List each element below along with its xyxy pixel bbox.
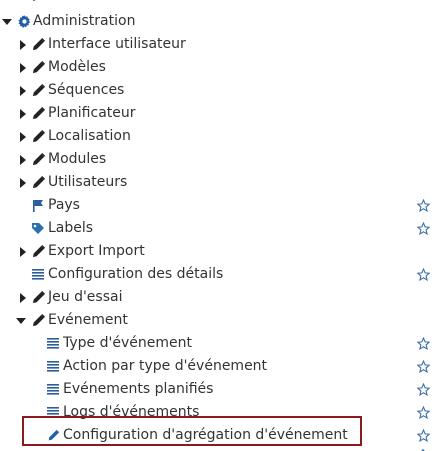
tree-label: Configuration des détails bbox=[48, 266, 224, 282]
tree-row-evenements-planifies[interactable]: Evénements planifiés bbox=[0, 378, 434, 401]
tree-row-administration[interactable]: Administration bbox=[0, 10, 434, 33]
scroll-up-indicator-icon bbox=[416, 447, 430, 451]
tree-label: Pays bbox=[48, 197, 80, 213]
pencil-icon bbox=[30, 171, 46, 194]
tree-row-interface-utilisateur[interactable]: Interface utilisateur bbox=[0, 33, 434, 56]
list-icon bbox=[45, 332, 61, 355]
pencil-icon bbox=[30, 33, 46, 56]
expand-toggle-icon[interactable] bbox=[18, 56, 28, 79]
tree-row-configuration-details[interactable]: Configuration des détails bbox=[0, 263, 434, 286]
tree-label: Action par type d'événement bbox=[63, 358, 268, 374]
tree-label: Modèles bbox=[48, 59, 106, 75]
expand-toggle-icon[interactable] bbox=[18, 240, 28, 263]
pencil-icon bbox=[30, 56, 46, 79]
list-icon bbox=[45, 378, 61, 401]
tree-label: Utilisateurs bbox=[48, 174, 128, 190]
tree-row-top-partial[interactable] bbox=[0, 0, 434, 10]
expand-toggle-icon[interactable] bbox=[18, 102, 28, 125]
tree-label: Planificateur bbox=[48, 105, 136, 121]
tree-row-pays[interactable]: Pays bbox=[0, 194, 434, 217]
tree-row-export-import[interactable]: Export Import bbox=[0, 240, 434, 263]
bookmark-star-icon[interactable] bbox=[416, 332, 430, 355]
bookmark-star-icon[interactable] bbox=[416, 355, 430, 378]
tree-row-labels[interactable]: Labels bbox=[0, 217, 434, 240]
bookmark-star-icon[interactable] bbox=[416, 378, 430, 401]
pencil-icon bbox=[30, 286, 46, 309]
tag-icon bbox=[30, 217, 46, 240]
tree-row-planificateur[interactable]: Planificateur bbox=[0, 102, 434, 125]
pencil-icon bbox=[30, 0, 46, 7]
tree-row-bottom-partial[interactable] bbox=[0, 447, 434, 451]
tree-label: Modules bbox=[48, 151, 107, 167]
tree-label: Evénement bbox=[48, 312, 128, 328]
pencil-icon bbox=[30, 79, 46, 102]
pencil-icon bbox=[30, 240, 46, 263]
tree-label: Type d'événement bbox=[63, 335, 192, 351]
expand-toggle-icon[interactable] bbox=[18, 286, 28, 309]
list-icon bbox=[45, 355, 61, 378]
bookmark-star-icon[interactable] bbox=[416, 194, 430, 217]
tree-row-modules[interactable]: Modules bbox=[0, 148, 434, 171]
navigation-tree: Administration Interface utilisateur Mod… bbox=[0, 0, 434, 451]
expand-toggle-icon[interactable] bbox=[18, 125, 28, 148]
tree-row-modeles[interactable]: Modèles bbox=[0, 56, 434, 79]
tree-label: Localisation bbox=[48, 128, 131, 144]
bookmark-star-icon[interactable] bbox=[416, 424, 430, 447]
bookmark-star-icon[interactable] bbox=[416, 401, 430, 424]
tree-label: Séquences bbox=[48, 82, 125, 98]
tree-label: Export Import bbox=[48, 243, 145, 259]
expand-toggle-icon[interactable] bbox=[18, 33, 28, 56]
tree-row-action-type-evenement[interactable]: Action par type d'événement bbox=[0, 355, 434, 378]
tree-row-type-evenement[interactable]: Type d'événement bbox=[0, 332, 434, 355]
gear-icon bbox=[16, 10, 32, 33]
collapse-toggle-icon[interactable] bbox=[16, 309, 26, 332]
pencil-icon bbox=[30, 309, 46, 332]
tree-label: Administration bbox=[33, 13, 136, 29]
list-icon bbox=[30, 263, 46, 286]
tree-label: Evénements planifiés bbox=[63, 381, 214, 397]
pencil-icon bbox=[30, 102, 46, 125]
tree-row-jeu-essai[interactable]: Jeu d'essai bbox=[0, 286, 434, 309]
flag-icon bbox=[30, 194, 46, 217]
tree-label: Jeu d'essai bbox=[48, 289, 123, 305]
pencil-icon bbox=[30, 148, 46, 171]
highlight-box bbox=[22, 416, 362, 446]
collapse-toggle-icon[interactable] bbox=[2, 10, 12, 33]
bookmark-star-icon[interactable] bbox=[416, 217, 430, 240]
tree-label: Labels bbox=[48, 220, 94, 236]
expand-toggle-icon[interactable] bbox=[18, 171, 28, 194]
pencil-icon bbox=[30, 125, 46, 148]
bookmark-star-icon[interactable] bbox=[416, 263, 430, 286]
tree-row-utilisateurs[interactable]: Utilisateurs bbox=[0, 171, 434, 194]
tree-row-sequences[interactable]: Séquences bbox=[0, 79, 434, 102]
expand-toggle-icon[interactable] bbox=[18, 79, 28, 102]
tree-label: Interface utilisateur bbox=[48, 36, 186, 52]
tree-row-evenement[interactable]: Evénement bbox=[0, 309, 434, 332]
expand-toggle-icon[interactable] bbox=[18, 148, 28, 171]
tree-row-localisation[interactable]: Localisation bbox=[0, 125, 434, 148]
